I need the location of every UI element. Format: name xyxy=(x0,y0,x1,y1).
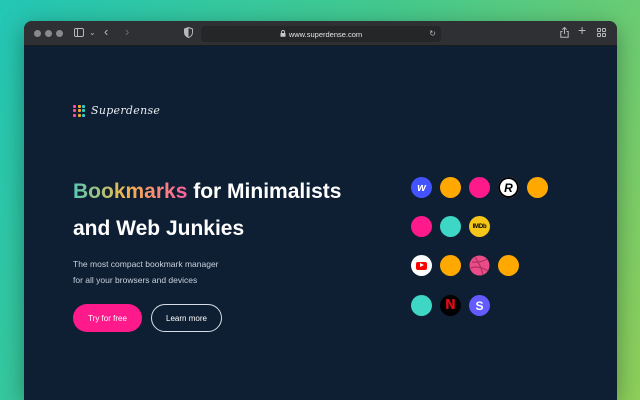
shield-icon[interactable] xyxy=(184,26,193,41)
logo-dot xyxy=(82,109,85,112)
logo-dot xyxy=(73,113,76,117)
share-icon[interactable] xyxy=(560,26,569,41)
forward-arrow-icon[interactable]: › xyxy=(125,25,129,38)
address-bar[interactable]: www.superdense.com ↻ xyxy=(201,26,441,42)
subtitle-line-1: The most compact bookmark manager xyxy=(73,259,219,269)
try-for-free-button[interactable]: Try for free xyxy=(73,304,142,332)
learn-more-button[interactable]: Learn more xyxy=(151,304,222,332)
new-tab-icon[interactable]: + xyxy=(578,23,586,37)
logo-mark-icon xyxy=(73,104,85,117)
pink-dot-icon[interactable] xyxy=(469,177,490,198)
orange-dot-icon[interactable] xyxy=(498,255,519,276)
logo-wordmark: Superdense xyxy=(91,104,161,117)
minimize-window-button[interactable] xyxy=(45,30,52,37)
lock-icon xyxy=(280,29,286,39)
orange-dot-icon[interactable] xyxy=(440,177,461,198)
webflow-icon[interactable]: w xyxy=(411,177,432,198)
logo-dot xyxy=(82,113,85,117)
logo-dot xyxy=(73,109,76,112)
netflix-icon[interactable]: N xyxy=(440,295,461,316)
logo-dot xyxy=(77,109,81,112)
headline-highlight: Bookmarks xyxy=(73,180,188,203)
logo-dot xyxy=(82,104,85,108)
logo-dot xyxy=(73,104,76,108)
url-text: www.superdense.com xyxy=(288,29,363,39)
imdb-icon[interactable]: IMDb xyxy=(469,216,490,237)
logo-dot xyxy=(77,113,81,117)
page-content: Superdense Bookmarks for Minimalists and… xyxy=(24,47,617,400)
teal-dot-icon[interactable] xyxy=(411,295,432,316)
s-logo-icon[interactable]: S xyxy=(469,295,490,316)
r-logo-icon[interactable]: R xyxy=(498,177,519,198)
browser-window: ⌄ ‹ › www.superdense.com ↻ + Superdense … xyxy=(24,21,617,400)
close-window-button[interactable] xyxy=(34,30,41,37)
logo-dot xyxy=(77,104,81,108)
subtitle-line-2: for all your browsers and devices xyxy=(73,275,198,285)
reload-icon[interactable]: ↻ xyxy=(429,29,436,38)
orange-dot-icon[interactable] xyxy=(440,255,461,276)
zoom-window-button[interactable] xyxy=(56,30,63,37)
dribbble-icon[interactable] xyxy=(469,255,490,276)
hero-headline: Bookmarks for Minimalists and Web Junkie… xyxy=(73,173,341,247)
headline-rest: for Minimalists xyxy=(187,180,342,203)
sidebar-toggle-icon[interactable] xyxy=(74,28,84,37)
hero-subtitle: The most compact bookmark manager for al… xyxy=(73,256,219,288)
chevron-down-icon[interactable]: ⌄ xyxy=(89,27,96,38)
headline-line-2: and Web Junkies xyxy=(73,217,245,240)
orange-dot-icon[interactable] xyxy=(527,177,548,198)
back-arrow-icon[interactable]: ‹ xyxy=(104,25,108,38)
browser-toolbar: ⌄ ‹ › www.superdense.com ↻ + xyxy=(24,21,617,46)
teal-dot-icon[interactable] xyxy=(440,216,461,237)
youtube-icon[interactable] xyxy=(411,255,432,276)
pink-dot-icon[interactable] xyxy=(411,216,432,237)
superdense-logo[interactable]: Superdense xyxy=(73,104,160,117)
tab-overview-icon[interactable] xyxy=(597,28,607,38)
